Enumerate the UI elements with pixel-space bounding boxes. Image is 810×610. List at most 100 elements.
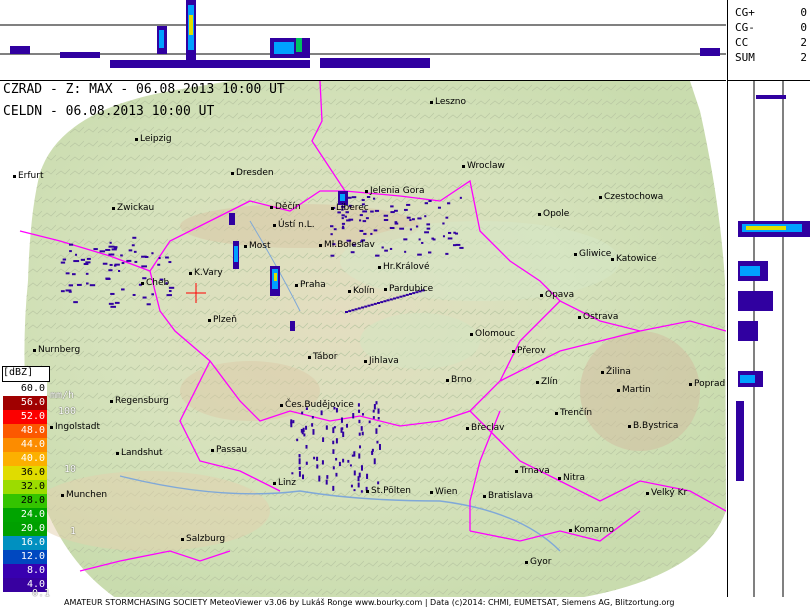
radar-echo <box>447 202 451 205</box>
legend-unit-dbz: [dBZ] <box>2 366 50 382</box>
city-label: St.Pölten <box>371 486 411 496</box>
radar-echo <box>75 253 78 256</box>
city-label: Nurnberg <box>38 345 81 355</box>
radar-echo <box>377 302 380 304</box>
radar-echo <box>447 231 452 234</box>
radar-echo <box>428 251 432 254</box>
radar-echo <box>68 284 73 287</box>
radar-echo <box>300 428 303 433</box>
city-dot <box>348 290 351 293</box>
city-dot <box>181 538 184 541</box>
radar-echo <box>126 259 132 262</box>
radar-echo <box>302 427 305 433</box>
radar-echo <box>325 425 328 430</box>
radar-echo <box>151 252 154 255</box>
city-dot <box>135 138 138 141</box>
radar-echo <box>86 257 91 260</box>
radar-echo <box>359 214 363 217</box>
radar-echo <box>399 227 405 230</box>
radar-echo <box>305 461 308 465</box>
radar-echo <box>375 428 378 434</box>
radar-echo <box>352 413 355 419</box>
city-label: Liberec <box>336 203 369 213</box>
city-label: Linz <box>278 478 296 488</box>
city-dot <box>470 333 473 336</box>
legend-mmh-tick: 1 <box>70 526 77 537</box>
radar-echo <box>141 265 147 268</box>
radar-echo <box>360 465 363 471</box>
radar-echo <box>373 229 378 232</box>
legend-unit-mmh: mm/h <box>50 390 75 401</box>
radar-echo <box>368 420 371 424</box>
city-label: Dresden <box>236 168 274 178</box>
radar-echo <box>354 308 358 311</box>
city-dot <box>13 175 16 178</box>
radar-echo <box>312 429 315 435</box>
radar-echo <box>168 261 172 264</box>
city-label: Velký Kr <box>651 488 688 498</box>
city-dot <box>601 371 604 374</box>
legend-level-36.0: 36.0 <box>3 466 47 480</box>
radar-echo <box>366 473 369 479</box>
radar-echo <box>389 247 393 250</box>
city-label: Jihlava <box>369 356 399 366</box>
city-label: Passau <box>216 445 248 455</box>
radar-echo <box>132 236 137 239</box>
radar-echo <box>332 485 335 491</box>
legend-level-40.0: 40.0 <box>3 452 47 466</box>
city-label: Hr.Králové <box>383 262 430 272</box>
radar-echo <box>80 258 86 261</box>
city-label: Bratislava <box>488 491 533 501</box>
radar-echo <box>405 293 409 296</box>
radar-echo <box>85 272 89 275</box>
radar-echo <box>437 206 441 209</box>
radar-echo <box>141 255 147 258</box>
radar-map[interactable] <box>0 81 726 601</box>
radar-echo <box>99 250 106 253</box>
city-label: Žilina <box>606 367 631 377</box>
city-dot <box>319 244 322 247</box>
radar-echo <box>372 197 376 200</box>
radar-echo <box>320 410 323 416</box>
city-label: Regensburg <box>115 396 169 406</box>
radar-echo <box>421 241 424 244</box>
city-label: Olomouc <box>475 329 516 339</box>
radar-echo <box>330 254 335 257</box>
radar-echo <box>330 225 334 228</box>
radar-echo <box>311 423 314 427</box>
legend-level-44.0: 44.0 <box>3 438 47 452</box>
city-dot <box>384 288 387 291</box>
city-dot <box>558 477 561 480</box>
radar-echo <box>321 460 324 465</box>
city-label: Gliwice <box>579 249 612 259</box>
radar-echo <box>291 472 294 475</box>
credits-text: AMATEUR STORMCHASING SOCIETY MeteoViewer… <box>64 598 675 607</box>
radar-echo <box>234 246 238 262</box>
top-echo-bar <box>110 60 310 68</box>
radar-echo <box>376 440 379 444</box>
radar-echo <box>361 199 365 202</box>
city-dot <box>378 266 381 269</box>
radar-echo <box>290 421 293 428</box>
radar-echo <box>341 214 345 217</box>
radar-echo <box>442 235 445 238</box>
side-echo-bar <box>740 375 755 383</box>
radar-echo <box>363 232 367 235</box>
city-label: Wroclaw <box>467 161 505 171</box>
radar-echo <box>358 409 361 413</box>
radar-echo <box>424 215 427 218</box>
city-label: Kolín <box>353 286 375 296</box>
radar-echo <box>151 293 154 296</box>
radar-echo <box>359 229 364 232</box>
side-echo-bar <box>738 291 773 311</box>
side-strip-chart <box>736 81 810 610</box>
lightning-counter-panel: CG+ 0 CG- 0 CC 2 SUM 2 <box>727 0 810 81</box>
top-echo-bar <box>700 48 720 56</box>
city-dot <box>611 258 614 261</box>
city-label: Opole <box>543 209 570 219</box>
legend-mmh-tick: 100 <box>58 406 77 417</box>
top-echo-bar <box>296 38 302 52</box>
radar-echo <box>370 232 373 235</box>
side-echo-bar <box>738 321 758 341</box>
radar-echo <box>132 293 136 296</box>
